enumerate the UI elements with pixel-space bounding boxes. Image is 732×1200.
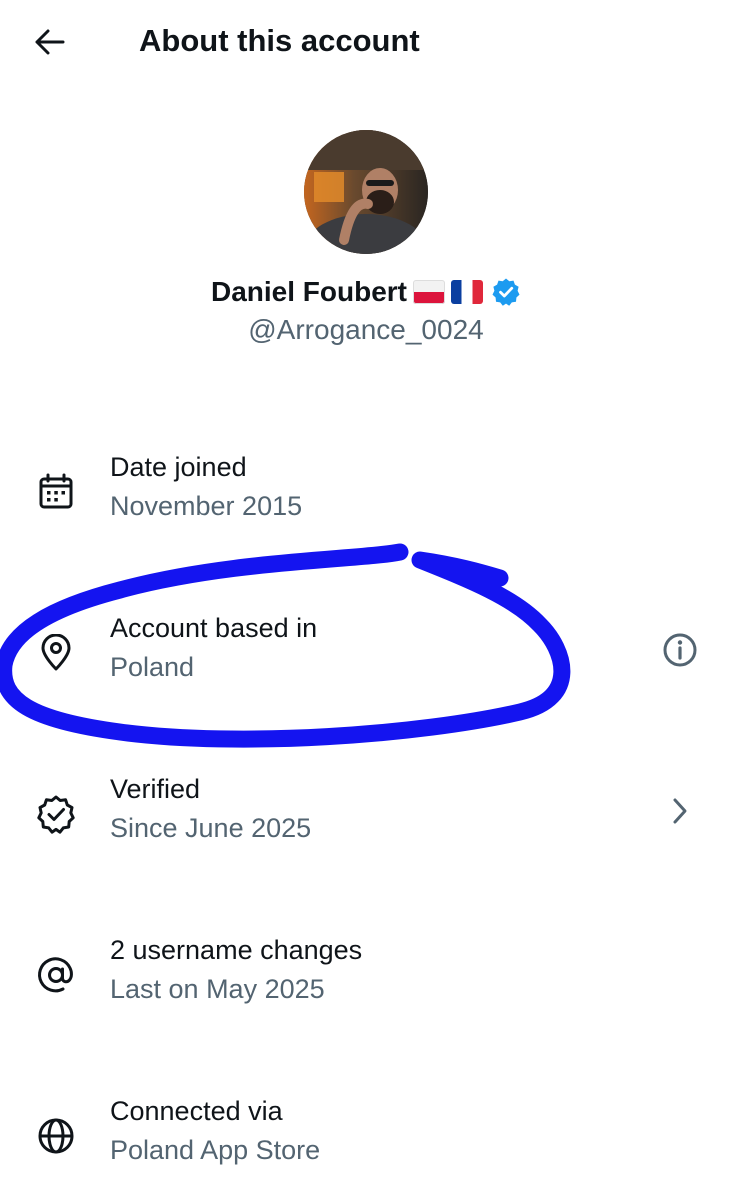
chevron-right-icon bbox=[673, 798, 687, 824]
row-label: Date joined bbox=[110, 452, 247, 482]
poland-flag-icon bbox=[413, 280, 445, 304]
name-row: Daniel Foubert bbox=[0, 274, 732, 310]
verified-badge-icon bbox=[492, 278, 520, 306]
row-value: Since June 2025 bbox=[110, 813, 312, 843]
row-label: 2 username changes bbox=[110, 935, 363, 965]
row-label: Verified bbox=[110, 774, 201, 804]
list-item-username-changes: 2 username changes Last on May 2025 bbox=[0, 933, 732, 1033]
list-item-connected-via: Connected via Poland App Store bbox=[0, 1094, 732, 1194]
info-icon bbox=[663, 633, 697, 667]
row-value: Poland App Store bbox=[110, 1135, 321, 1165]
username-handle: @Arrogance_0024 bbox=[248, 314, 484, 345]
avatar[interactable] bbox=[304, 130, 428, 254]
location-pin-icon bbox=[34, 631, 78, 675]
row-value: November 2015 bbox=[110, 491, 303, 521]
back-button[interactable] bbox=[26, 20, 74, 64]
row-label: Account based in bbox=[110, 613, 318, 643]
list-item-account-based-in: Account based in Poland bbox=[0, 611, 732, 711]
verified-check-icon bbox=[34, 792, 78, 836]
arrow-left-icon bbox=[35, 29, 65, 55]
row-value: Last on May 2025 bbox=[110, 974, 325, 1004]
page-title: About this account bbox=[139, 23, 420, 58]
info-button[interactable] bbox=[656, 626, 704, 674]
chevron-button[interactable] bbox=[656, 787, 704, 835]
at-sign-icon bbox=[34, 953, 78, 997]
list-item-date-joined: Date joined November 2015 bbox=[0, 450, 732, 550]
row-label: Connected via bbox=[110, 1096, 283, 1126]
france-flag-icon bbox=[451, 280, 483, 304]
row-value: Poland bbox=[110, 652, 195, 682]
calendar-icon bbox=[34, 470, 78, 514]
top-bar: About this account bbox=[0, 0, 732, 84]
display-name: Daniel Foubert bbox=[210, 276, 407, 307]
globe-icon bbox=[34, 1114, 78, 1158]
list-item-verified[interactable]: Verified Since June 2025 bbox=[0, 772, 732, 872]
